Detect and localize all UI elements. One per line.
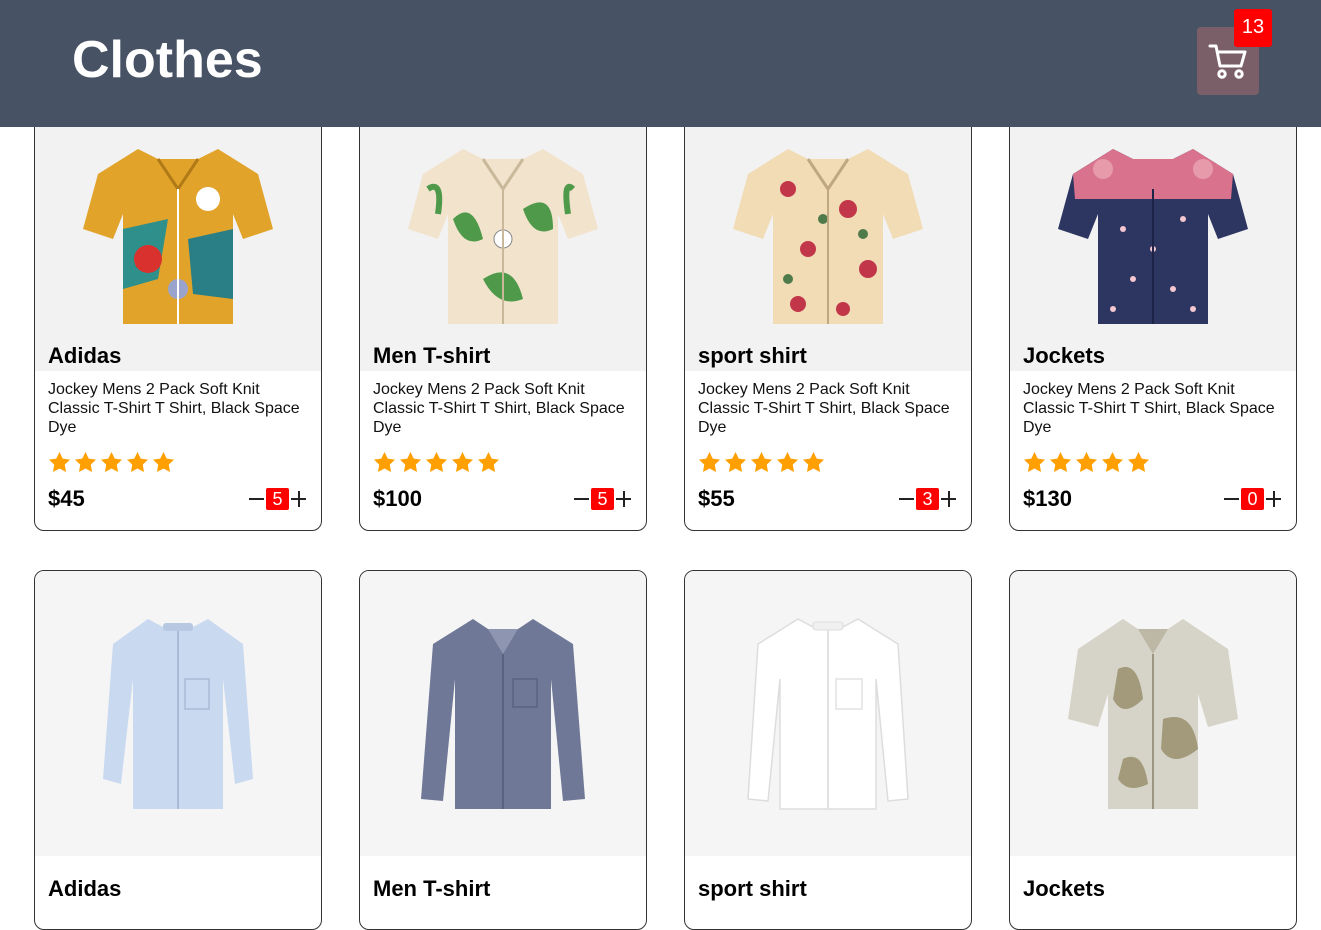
product-image — [360, 86, 646, 371]
shirt-image-icon — [1058, 148, 1248, 324]
quantity-count: 0 — [1241, 488, 1264, 510]
shirt-image-icon — [408, 148, 598, 324]
increase-quantity-button[interactable] — [940, 487, 957, 511]
shopping-cart-icon — [1208, 44, 1247, 79]
star-icon — [1023, 451, 1046, 472]
product-card[interactable]: Jockets Jockey Mens 2 Pack Soft Knit Cla… — [1009, 85, 1297, 531]
product-image — [685, 571, 971, 856]
star-icon — [48, 451, 71, 472]
product-name: Men T-shirt — [373, 876, 491, 901]
quantity-stepper: 0 — [1223, 487, 1282, 511]
product-price: $55 — [698, 486, 735, 511]
quantity-stepper: 3 — [898, 487, 957, 511]
product-grid: Adidas Jockey Mens 2 Pack Soft Knit Clas… — [0, 0, 1321, 930]
product-name: Jockets — [1023, 343, 1105, 368]
star-icon — [776, 451, 799, 472]
product-image — [1010, 571, 1296, 856]
star-icon — [1049, 451, 1072, 472]
product-name: Jockets — [1023, 876, 1105, 901]
shirt-image-icon — [103, 618, 253, 809]
decrease-quantity-button[interactable] — [898, 487, 915, 511]
star-icon — [152, 451, 175, 472]
product-description: Jockey Mens 2 Pack Soft Knit Classic T-S… — [1023, 381, 1275, 436]
product-description: Jockey Mens 2 Pack Soft Knit Classic T-S… — [698, 381, 950, 436]
star-icon — [802, 451, 825, 472]
star-icon — [126, 451, 149, 472]
shirt-image-icon — [421, 618, 585, 809]
shirt-image-icon — [1068, 618, 1238, 809]
quantity-stepper: 5 — [573, 487, 632, 511]
product-price: $130 — [1023, 486, 1072, 511]
star-icon — [74, 451, 97, 472]
product-name: Adidas — [48, 876, 122, 901]
star-icon — [1075, 451, 1098, 472]
product-price: $45 — [48, 486, 85, 511]
star-icon — [425, 451, 448, 472]
quantity-stepper: 5 — [248, 487, 307, 511]
rating-stars — [1023, 451, 1150, 473]
star-icon — [750, 451, 773, 472]
quantity-count: 5 — [591, 488, 614, 510]
shirt-image-icon — [733, 148, 923, 324]
star-icon — [399, 451, 422, 472]
product-card[interactable]: sport shirt — [684, 570, 972, 930]
star-icon — [1127, 451, 1150, 472]
rating-stars — [698, 451, 825, 473]
product-image — [35, 571, 321, 856]
star-icon — [451, 451, 474, 472]
product-card[interactable]: Jockets — [1009, 570, 1297, 930]
product-image — [1010, 86, 1296, 371]
product-card[interactable]: Men T-shirt Jockey Mens 2 Pack Soft Knit… — [359, 85, 647, 531]
rating-stars — [48, 451, 175, 473]
decrease-quantity-button[interactable] — [1223, 487, 1240, 511]
product-name: sport shirt — [698, 876, 807, 901]
quantity-count: 3 — [916, 488, 939, 510]
shirt-image-icon — [747, 617, 909, 810]
increase-quantity-button[interactable] — [290, 487, 307, 511]
increase-quantity-button[interactable] — [615, 487, 632, 511]
product-description: Jockey Mens 2 Pack Soft Knit Classic T-S… — [48, 381, 300, 436]
product-card[interactable]: sport shirt Jockey Mens 2 Pack Soft Knit… — [684, 85, 972, 531]
product-name: sport shirt — [698, 343, 807, 368]
star-icon — [724, 451, 747, 472]
star-icon — [1101, 451, 1124, 472]
rating-stars — [373, 451, 500, 473]
quantity-count: 5 — [266, 488, 289, 510]
app-header: Clothes 13 — [0, 0, 1321, 127]
product-price: $100 — [373, 486, 422, 511]
increase-quantity-button[interactable] — [1265, 487, 1282, 511]
star-icon — [477, 451, 500, 472]
shirt-image-icon — [83, 148, 273, 324]
decrease-quantity-button[interactable] — [248, 487, 265, 511]
product-name: Men T-shirt — [373, 343, 491, 368]
cart-count-badge: 13 — [1234, 9, 1272, 47]
star-icon — [698, 451, 721, 472]
decrease-quantity-button[interactable] — [573, 487, 590, 511]
product-image — [35, 86, 321, 371]
product-card[interactable]: Adidas Jockey Mens 2 Pack Soft Knit Clas… — [34, 85, 322, 531]
product-description: Jockey Mens 2 Pack Soft Knit Classic T-S… — [373, 381, 625, 436]
star-icon — [100, 451, 123, 472]
page-title: Clothes — [72, 31, 263, 89]
product-card[interactable]: Men T-shirt — [359, 570, 647, 930]
product-name: Adidas — [48, 343, 122, 368]
star-icon — [373, 451, 396, 472]
product-card[interactable]: Adidas — [34, 570, 322, 930]
product-image — [685, 86, 971, 371]
product-image — [360, 571, 646, 856]
